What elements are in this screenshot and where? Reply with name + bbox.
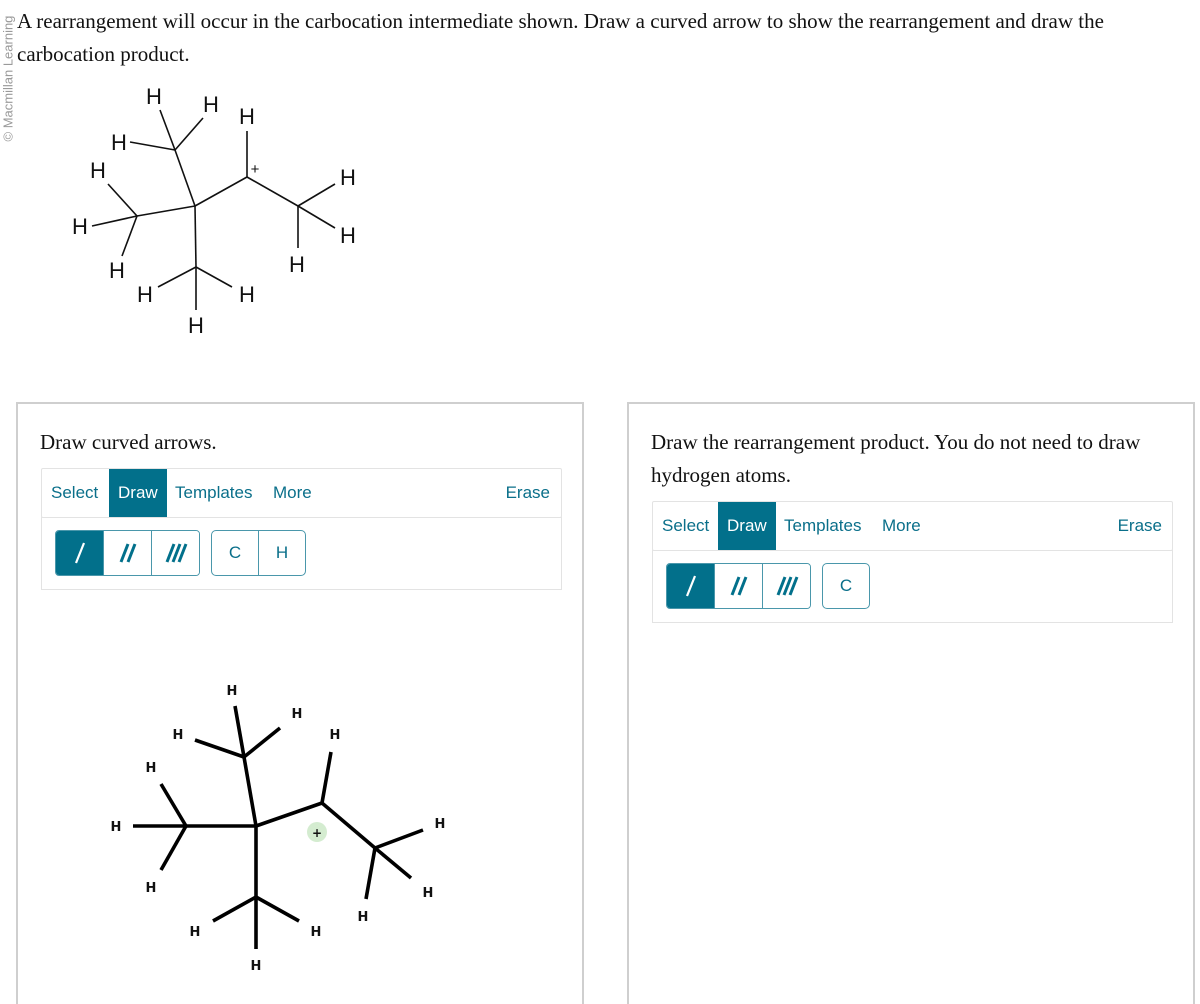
carbocation-structure: H H H H H H H H H H H H H +: [72, 84, 356, 338]
tab-templates[interactable]: Templates: [775, 502, 870, 550]
bond: [129, 141, 176, 151]
triple-bond-icon: [776, 576, 798, 596]
triple-bond-button[interactable]: [763, 564, 810, 608]
tab-select[interactable]: Select: [42, 469, 107, 517]
carbon-atom-button[interactable]: C: [823, 564, 869, 608]
hydrogen-label: H: [111, 130, 127, 155]
bond: [246, 176, 299, 207]
bond: [136, 205, 196, 217]
double-bond-button[interactable]: [104, 531, 152, 575]
hydrogen-label: H: [239, 104, 255, 129]
bond: [297, 183, 336, 207]
bond: [297, 205, 336, 229]
single-bond-button[interactable]: [667, 564, 715, 608]
bond: [174, 117, 204, 151]
hydrogen-label: H: [146, 84, 162, 109]
single-bond-icon: [74, 542, 85, 564]
single-bond-button[interactable]: [56, 531, 104, 575]
bond: [194, 205, 197, 268]
bond: [91, 215, 138, 227]
hydrogen-label: H: [72, 214, 88, 239]
editor-toolbar: Select Draw Templates More Erase: [652, 501, 1173, 551]
tab-draw[interactable]: Draw: [109, 469, 167, 517]
bond: [159, 109, 176, 151]
hydrogen-label: H: [340, 165, 356, 190]
draw-tools-bar: C: [652, 550, 1173, 623]
atom-tool-group: C H: [211, 530, 306, 576]
double-bond-icon: [730, 576, 747, 596]
hydrogen-label: H: [137, 282, 153, 307]
double-bond-button[interactable]: [715, 564, 763, 608]
single-bond-icon: [685, 575, 696, 597]
positive-charge: +: [251, 161, 260, 178]
panel-prompt: Draw the rearrangement product. You do n…: [651, 430, 1141, 487]
hydrogen-label: H: [109, 258, 125, 283]
carbon-atom-button[interactable]: C: [212, 531, 259, 575]
tab-more[interactable]: More: [873, 502, 930, 550]
hydrogen-label: H: [340, 223, 356, 248]
curved-arrows-panel: Draw curved arrows. Select Draw Template…: [16, 402, 584, 1004]
hydrogen-label: H: [90, 158, 106, 183]
editor-toolbar: Select Draw Templates More Erase: [41, 468, 562, 518]
tab-more[interactable]: More: [264, 469, 321, 517]
bond-tool-group: [666, 563, 811, 609]
tab-templates[interactable]: Templates: [166, 469, 261, 517]
hydrogen-label: H: [203, 92, 219, 117]
bond: [157, 266, 197, 288]
hydrogen-label: H: [239, 282, 255, 307]
erase-button[interactable]: Erase: [1109, 502, 1171, 550]
bond-tool-group: [55, 530, 200, 576]
rearrangement-product-panel: Draw the rearrangement product. You do n…: [627, 402, 1195, 1004]
hydrogen-label: H: [289, 252, 305, 277]
draw-tools-bar: C H: [41, 517, 562, 590]
panel-prompt: Draw curved arrows.: [40, 430, 217, 454]
hydrogen-atom-button[interactable]: H: [259, 531, 305, 575]
bond: [174, 149, 196, 207]
double-bond-icon: [119, 543, 136, 563]
structure-bonds: [91, 109, 336, 310]
bond: [195, 266, 233, 288]
hydrogen-label: H: [188, 313, 204, 338]
bond: [107, 183, 138, 217]
bond: [121, 215, 138, 257]
bond: [194, 176, 248, 207]
atom-tool-group: C: [822, 563, 870, 609]
erase-button[interactable]: Erase: [497, 469, 559, 517]
triple-bond-icon: [165, 543, 187, 563]
triple-bond-button[interactable]: [152, 531, 199, 575]
tab-draw[interactable]: Draw: [718, 502, 776, 550]
tab-select[interactable]: Select: [653, 502, 718, 550]
